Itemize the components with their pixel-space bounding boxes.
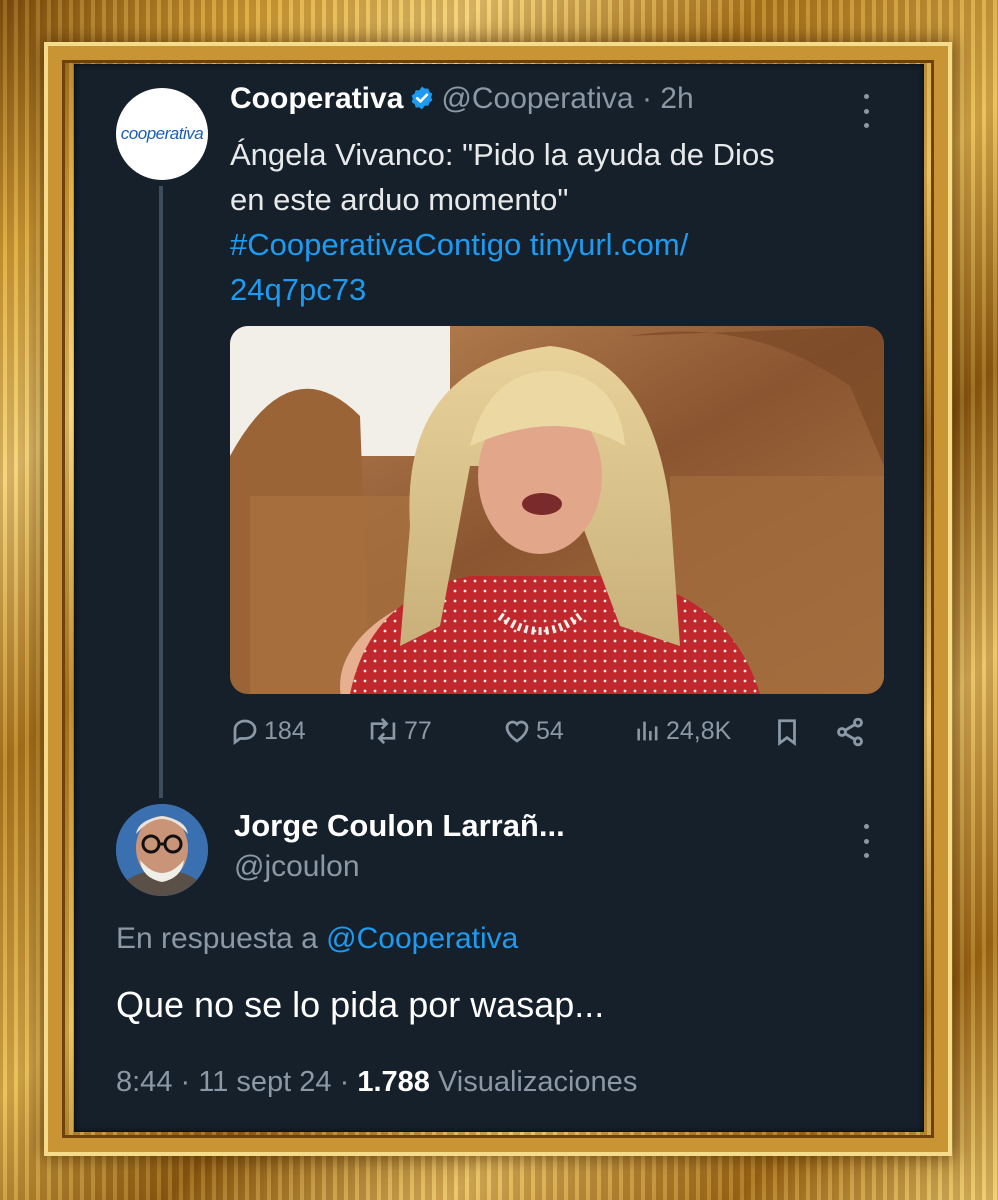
reply-views-count: 1.788 bbox=[357, 1066, 430, 1098]
tweet-photo[interactable] bbox=[230, 326, 884, 694]
reply-author-handle[interactable]: @jcoulon bbox=[234, 850, 360, 884]
in-reply-prefix: En respuesta a bbox=[116, 922, 318, 955]
like-icon bbox=[505, 720, 529, 743]
reply-count: 184 bbox=[264, 716, 306, 745]
jcoulon-avatar[interactable] bbox=[116, 804, 208, 896]
tweet-header: Cooperativa @Cooperativa · 2h bbox=[230, 82, 694, 116]
url-link-part-1[interactable]: tinyurl.com/ bbox=[530, 227, 688, 262]
views-count: 24,8K bbox=[666, 716, 732, 745]
author-name[interactable]: Cooperativa bbox=[230, 82, 403, 115]
views-icon bbox=[637, 721, 658, 741]
avatar-logo-text: cooperativa bbox=[120, 124, 204, 143]
tweet-screen: cooperativa Cooperativa @Cooperativa · 2h… bbox=[74, 64, 924, 1132]
retweet-count: 77 bbox=[404, 716, 432, 745]
url-link-part-2[interactable]: 24q7pc73 bbox=[230, 272, 366, 307]
header-separator: · bbox=[641, 82, 652, 115]
tweet-text-line-1: Ángela Vivanco: "Pido la ayuda de Dios bbox=[230, 137, 775, 172]
verified-badge-icon bbox=[412, 86, 433, 110]
reply-meta: 8:44 · 11 sept 24 · 1.788 Visualizacione… bbox=[116, 1066, 638, 1098]
tweet-text: Ángela Vivanco: "Pido la ayuda de Dios e… bbox=[230, 132, 870, 312]
retweet-icon bbox=[370, 717, 396, 745]
thread-line bbox=[159, 186, 163, 798]
photo-woman-speaking bbox=[230, 326, 884, 694]
avatar-portrait bbox=[116, 804, 208, 896]
reply-icon bbox=[233, 719, 257, 745]
like-button[interactable]: 54 bbox=[502, 716, 564, 746]
reply-more-options-icon[interactable] bbox=[862, 824, 870, 858]
in-reply-to: En respuesta a @Cooperativa bbox=[116, 922, 518, 956]
reply-views-label: Visualizaciones bbox=[437, 1066, 638, 1098]
tweet-text-line-2: en este arduo momento" bbox=[230, 182, 569, 217]
author-handle[interactable]: @Cooperativa bbox=[441, 82, 633, 115]
reply-button[interactable]: 184 bbox=[230, 716, 306, 746]
share-button[interactable] bbox=[834, 716, 866, 748]
cooperativa-avatar[interactable]: cooperativa bbox=[116, 88, 208, 180]
reply-text: Que no se lo pida por wasap... bbox=[116, 984, 605, 1025]
tweet-time[interactable]: 2h bbox=[660, 82, 693, 115]
share-icon bbox=[837, 717, 863, 747]
like-count: 54 bbox=[536, 716, 564, 745]
tweet-actions-bar: 184 77 54 24,8K bbox=[230, 716, 890, 756]
bookmark-button[interactable] bbox=[772, 716, 802, 748]
retweet-button[interactable]: 77 bbox=[366, 716, 432, 746]
reply-time[interactable]: 8:44 bbox=[116, 1066, 172, 1098]
more-options-icon[interactable] bbox=[862, 94, 870, 128]
bookmark-icon bbox=[778, 719, 796, 746]
in-reply-handle-link[interactable]: @Cooperativa bbox=[326, 922, 518, 955]
reply-date[interactable]: 11 sept 24 bbox=[198, 1066, 331, 1098]
reply-author-name[interactable]: Jorge Coulon Larrañ... bbox=[234, 808, 565, 844]
views-button[interactable]: 24,8K bbox=[634, 716, 731, 746]
hashtag-link[interactable]: #CooperativaContigo bbox=[230, 227, 521, 262]
